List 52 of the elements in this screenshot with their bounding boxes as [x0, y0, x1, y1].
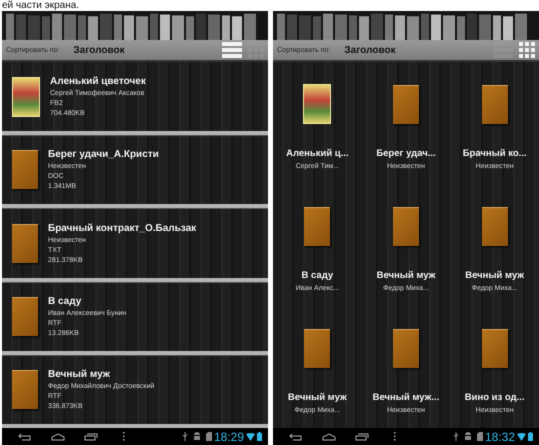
wifi-icon [246, 432, 255, 440]
caption-text: ей части экрана. [2, 0, 80, 11]
book-title[interactable]: Вечный муж... [372, 392, 440, 403]
book-title[interactable]: В саду [302, 270, 334, 281]
home-icon [50, 432, 64, 440]
usb-icon [452, 432, 459, 441]
battery-icon [257, 432, 262, 441]
book-cover [12, 370, 38, 409]
recent-apps-icon [84, 432, 98, 440]
book-title[interactable]: Брачный контракт_О.Бальзак [48, 222, 196, 234]
book-title[interactable]: Брачный ко... [462, 148, 527, 159]
book-cover-image [303, 84, 332, 124]
book-title[interactable]: В саду [48, 296, 126, 307]
list-view-icon [222, 42, 242, 58]
book-cover [392, 207, 419, 246]
book-title[interactable]: Вечный муж [288, 392, 347, 403]
clock-time: 18:29 [214, 430, 244, 444]
book-cover [304, 207, 330, 246]
book-cover [12, 150, 38, 190]
book-title[interactable]: Аленький цветочек [50, 76, 146, 88]
recent-apps-icon [354, 432, 368, 440]
battery-icon [528, 432, 533, 441]
sd-card-icon [206, 432, 212, 441]
book-title[interactable]: Вино из од... [464, 392, 525, 403]
book-cover [12, 296, 38, 336]
book-title[interactable]: Вечный муж [48, 368, 154, 380]
book-cover [392, 85, 419, 124]
sd-card-icon [476, 432, 483, 441]
book-cover [304, 329, 330, 368]
book-cover [482, 207, 508, 246]
book-cover [482, 85, 508, 124]
menu-icon [122, 432, 125, 441]
book-title[interactable]: Берег удач... [376, 148, 436, 159]
sort-value[interactable]: Заголовок [344, 44, 491, 56]
usb-icon [182, 432, 188, 441]
back-icon [288, 432, 302, 440]
list-view-button[interactable] [220, 40, 244, 60]
grid-view-icon [519, 42, 535, 58]
book-cover-image [12, 76, 40, 117]
book-cover [482, 329, 508, 368]
book-title[interactable]: Вечный муж [376, 270, 436, 281]
book-title[interactable]: Аленький ц... [286, 148, 349, 159]
book-cover [392, 329, 419, 368]
book-title[interactable]: Вечный муж [465, 270, 524, 281]
book-cover [12, 224, 38, 262]
wifi-icon [517, 432, 526, 440]
home-icon [322, 432, 336, 440]
menu-icon [393, 432, 396, 441]
sort-value[interactable]: Заголовок [73, 44, 220, 56]
clock-time: 18:32 [484, 430, 515, 444]
book-title[interactable]: Берег удачи_А.Кристи [48, 149, 159, 160]
back-icon [18, 432, 32, 440]
